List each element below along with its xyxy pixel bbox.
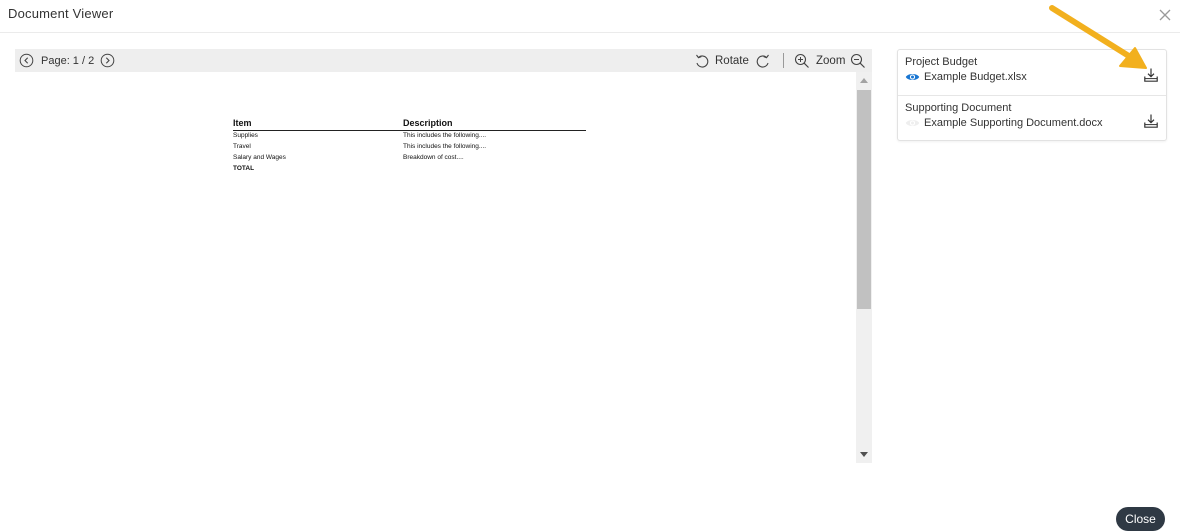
- document-viewer: Page: 1 / 2 Rotate Zoom Item Description…: [15, 49, 872, 463]
- page-indicator: Page: 1 / 2: [41, 54, 95, 67]
- scroll-down-icon[interactable]: [860, 452, 868, 457]
- rotate-label[interactable]: Rotate: [715, 55, 749, 67]
- table-cell: This includes the following....: [403, 143, 487, 150]
- file-list-panel: Project Budget Example Budget.xlsx Suppo…: [897, 49, 1167, 141]
- column-header-item: Item: [233, 118, 252, 128]
- table-header: Item Description: [233, 118, 586, 131]
- close-button[interactable]: Close: [1116, 507, 1165, 531]
- file-link[interactable]: Example Supporting Document.docx: [905, 117, 1103, 129]
- column-header-description: Description: [403, 118, 453, 128]
- download-icon[interactable]: [1143, 67, 1159, 83]
- table-row: Travel This includes the following....: [233, 142, 586, 153]
- table-row: TOTAL: [233, 164, 586, 175]
- document-canvas[interactable]: Item Description Supplies This includes …: [15, 72, 856, 463]
- table-cell: TOTAL: [233, 165, 255, 172]
- file-title: Project Budget: [905, 56, 978, 68]
- table-cell: Supplies: [233, 132, 258, 139]
- file-name[interactable]: Example Budget.xlsx: [924, 71, 1027, 83]
- table-cell: Salary and Wages: [233, 154, 286, 161]
- dialog-title: Document Viewer: [8, 6, 114, 21]
- viewer-toolbar: Page: 1 / 2 Rotate Zoom: [15, 49, 872, 72]
- rotate-controls: Rotate: [694, 49, 771, 72]
- toolbar-divider: [783, 53, 784, 68]
- scroll-up-icon[interactable]: [860, 78, 868, 83]
- chevron-left-circle-icon[interactable]: [19, 53, 34, 68]
- table-row: Supplies This includes the following....: [233, 131, 586, 142]
- table-cell: This includes the following....: [403, 132, 487, 139]
- page-navigation: Page: 1 / 2: [19, 49, 115, 72]
- table-row: Salary and Wages Breakdown of cost....: [233, 153, 586, 164]
- file-item-supporting-document[interactable]: Supporting Document Example Supporting D…: [898, 95, 1166, 141]
- chevron-right-circle-icon[interactable]: [100, 53, 115, 68]
- zoom-controls: Zoom: [794, 49, 866, 72]
- eye-icon[interactable]: [905, 72, 920, 82]
- table-cell: Travel: [233, 143, 251, 150]
- zoom-in-icon[interactable]: [794, 53, 810, 69]
- rotate-right-icon[interactable]: [755, 53, 771, 69]
- file-item-project-budget[interactable]: Project Budget Example Budget.xlsx: [898, 50, 1166, 95]
- scroll-thumb[interactable]: [857, 90, 871, 309]
- eye-icon[interactable]: [905, 118, 920, 128]
- document-table: Item Description Supplies This includes …: [233, 118, 586, 175]
- file-link[interactable]: Example Budget.xlsx: [905, 71, 1027, 83]
- table-cell: Breakdown of cost....: [403, 154, 464, 161]
- file-name[interactable]: Example Supporting Document.docx: [924, 117, 1103, 129]
- zoom-out-icon[interactable]: [850, 53, 866, 69]
- header-divider: [0, 32, 1180, 33]
- zoom-label: Zoom: [816, 54, 846, 67]
- download-icon[interactable]: [1143, 113, 1159, 129]
- close-icon[interactable]: [1156, 6, 1174, 24]
- rotate-left-icon[interactable]: [694, 53, 710, 69]
- vertical-scrollbar[interactable]: [856, 72, 872, 463]
- file-title: Supporting Document: [905, 102, 1012, 114]
